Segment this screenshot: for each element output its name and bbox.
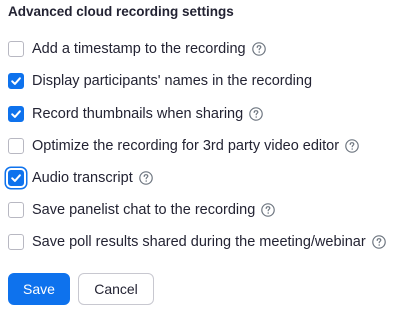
option-optimize-for-editor: Optimize the recording for 3rd party vid… <box>8 136 359 156</box>
option-label: Optimize the recording for 3rd party vid… <box>32 138 340 154</box>
option-label: Audio transcript <box>32 170 133 186</box>
checkmark-icon <box>11 174 21 182</box>
option-save-panelist-chat: Save panelist chat to the recording <box>8 200 276 220</box>
question-circle-icon[interactable] <box>251 42 266 56</box>
checkbox-save-panelist-chat[interactable] <box>8 202 24 218</box>
option-display-participants-names: Display participants' names in the recor… <box>8 71 312 91</box>
option-record-thumbnails: Record thumbnails when sharing <box>8 104 263 124</box>
question-circle-icon[interactable] <box>138 171 153 185</box>
checkbox-display-participants-names[interactable] <box>8 73 24 89</box>
question-circle-icon[interactable] <box>345 139 359 153</box>
option-label: Save poll results shared during the meet… <box>32 234 366 250</box>
option-save-poll-results: Save poll results shared during the meet… <box>8 232 386 252</box>
option-label: Display participants' names in the recor… <box>32 73 313 89</box>
option-audio-transcript: Audio transcript <box>8 168 153 188</box>
checkbox-add-timestamp[interactable] <box>8 41 24 57</box>
question-circle-icon[interactable] <box>249 107 263 121</box>
checkbox-save-poll-results[interactable] <box>8 234 24 250</box>
checkmark-icon <box>11 110 21 118</box>
checkbox-optimize-for-editor[interactable] <box>8 138 24 154</box>
option-add-timestamp: Add a timestamp to the recording <box>8 39 266 59</box>
question-circle-icon[interactable] <box>371 235 386 249</box>
checkbox-record-thumbnails[interactable] <box>8 106 24 122</box>
option-label: Add a timestamp to the recording <box>32 41 246 57</box>
save-button[interactable]: Save <box>8 273 70 305</box>
option-label: Record thumbnails when sharing <box>32 106 244 122</box>
section-title: Advanced cloud recording settings <box>8 4 234 19</box>
checkmark-icon <box>11 77 21 85</box>
option-label: Save panelist chat to the recording <box>32 202 256 218</box>
question-circle-icon[interactable] <box>261 203 276 217</box>
cancel-button[interactable]: Cancel <box>78 273 154 305</box>
checkbox-audio-transcript[interactable] <box>8 170 24 186</box>
